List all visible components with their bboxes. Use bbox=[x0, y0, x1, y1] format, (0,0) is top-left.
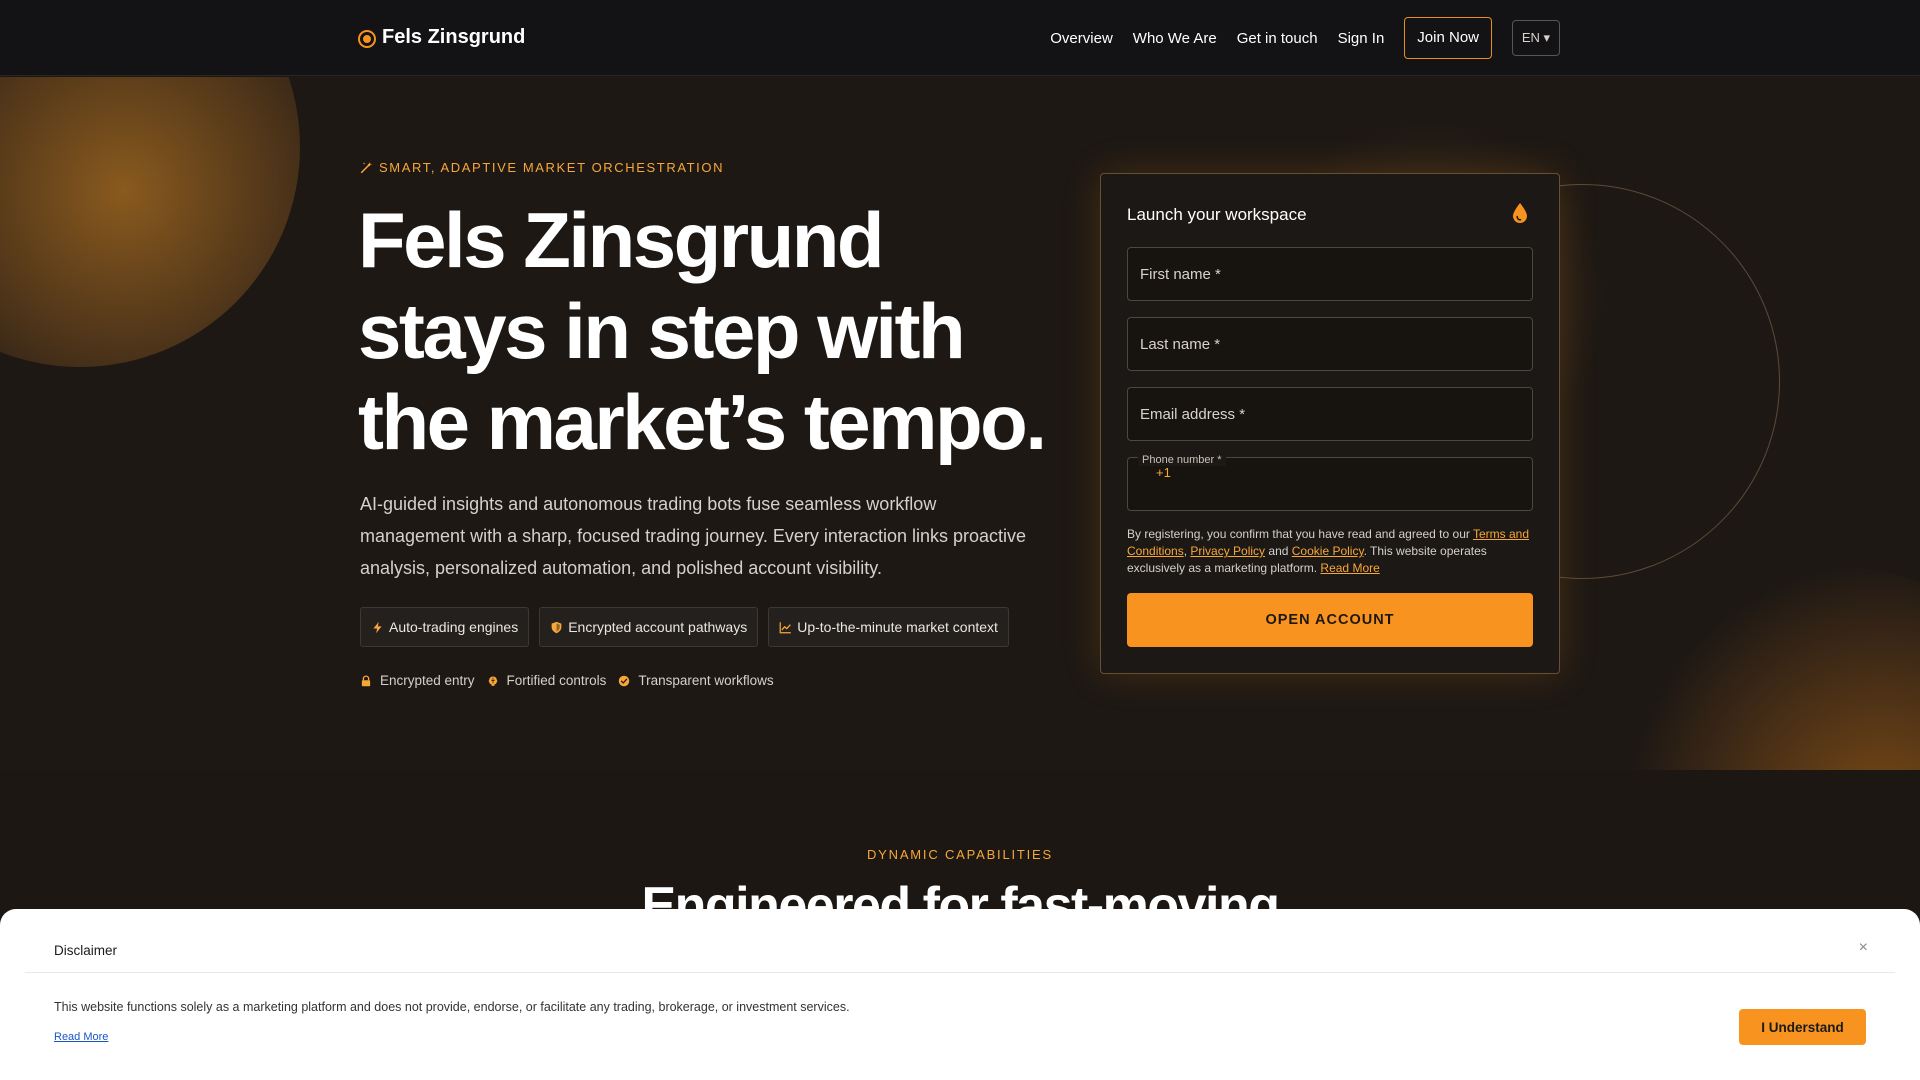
legal-read-more-link[interactable]: Read More bbox=[1320, 561, 1379, 575]
trust-indicators: Encrypted entry Fortified controls Trans… bbox=[360, 673, 774, 688]
nav-links: Overview Who We Are Get in touch Sign In… bbox=[1050, 17, 1560, 59]
feature-chips: Auto-trading engines Encrypted account p… bbox=[360, 607, 1009, 647]
chip-label: Up-to-the-minute market context bbox=[797, 619, 998, 635]
bolt-icon bbox=[373, 621, 382, 633]
email-input[interactable]: Email address * bbox=[1127, 387, 1533, 441]
language-selector[interactable]: EN ▾ bbox=[1512, 20, 1560, 56]
privacy-link[interactable]: Privacy Policy bbox=[1190, 544, 1265, 558]
disclaimer-text: This website functions solely as a marke… bbox=[54, 1000, 850, 1014]
phone-label: Phone number * bbox=[1138, 454, 1226, 466]
last-name-input[interactable]: Last name * bbox=[1127, 317, 1533, 371]
close-icon[interactable]: × bbox=[1859, 939, 1868, 957]
hero-eyebrow: SMART, ADAPTIVE MARKET ORCHESTRATION bbox=[360, 160, 724, 175]
chip-encrypted-pathways: Encrypted account pathways bbox=[539, 607, 759, 647]
trust-item-transparent-workflows: Transparent workflows bbox=[618, 673, 774, 688]
cookie-link[interactable]: Cookie Policy bbox=[1292, 544, 1364, 558]
brain-icon bbox=[488, 676, 497, 686]
nav-link-who-we-are[interactable]: Who We Are bbox=[1133, 30, 1217, 47]
chip-market-context: Up-to-the-minute market context bbox=[768, 607, 1009, 647]
eyebrow-text: SMART, ADAPTIVE MARKET ORCHESTRATION bbox=[379, 160, 725, 175]
chip-label: Encrypted account pathways bbox=[568, 619, 748, 635]
nav-link-overview[interactable]: Overview bbox=[1050, 30, 1113, 47]
join-now-button[interactable]: Join Now bbox=[1404, 17, 1492, 59]
phone-country-code[interactable]: +1 bbox=[1156, 465, 1171, 480]
capabilities-label: DYNAMIC CAPABILITIES bbox=[866, 847, 1053, 862]
sparkle-icon bbox=[360, 161, 373, 174]
brand-name: Fels Zinsgrund bbox=[382, 26, 526, 48]
open-account-button[interactable]: OPEN ACCOUNT bbox=[1127, 593, 1533, 647]
divider bbox=[25, 972, 1895, 973]
nav-link-get-in-touch[interactable]: Get in touch bbox=[1237, 30, 1318, 47]
hero-section: SMART, ADAPTIVE MARKET ORCHESTRATION Fel… bbox=[0, 77, 1920, 770]
brand-logo[interactable]: Fels Zinsgrund bbox=[360, 26, 525, 49]
trust-item-fortified-controls: Fortified controls bbox=[487, 673, 607, 688]
trust-label: Fortified controls bbox=[506, 673, 607, 688]
brand-dot-icon bbox=[360, 31, 374, 46]
trust-item-encrypted-entry: Encrypted entry bbox=[360, 673, 475, 688]
first-name-input[interactable]: First name * bbox=[1127, 247, 1533, 301]
lock-icon bbox=[361, 675, 371, 686]
disclaimer-banner: Disclaimer × This website functions sole… bbox=[0, 909, 1920, 1080]
chip-label: Auto-trading engines bbox=[389, 619, 519, 635]
shield-icon bbox=[551, 621, 562, 633]
trust-label: Transparent workflows bbox=[638, 673, 774, 688]
legal-prefix: By registering, you confirm that you hav… bbox=[1127, 527, 1470, 541]
top-nav: Fels Zinsgrund Overview Who We Are Get i… bbox=[0, 0, 1920, 76]
disclaimer-title: Disclaimer bbox=[54, 943, 118, 958]
decorative-glow bbox=[0, 77, 300, 367]
legal-consent-text: By registering, you confirm that you hav… bbox=[1127, 527, 1530, 575]
nav-link-sign-in[interactable]: Sign In bbox=[1338, 30, 1385, 47]
hero-lead: AI-guided insights and autonomous tradin… bbox=[360, 494, 1027, 578]
form-title: Launch your workspace bbox=[1127, 205, 1307, 224]
chip-auto-trading: Auto-trading engines bbox=[360, 607, 530, 647]
chart-icon bbox=[779, 621, 792, 633]
signup-form-card: Launch your workspace First name * Last … bbox=[1100, 173, 1560, 674]
hero-headline: Fels Zinsgrund stays in step with the ma… bbox=[358, 196, 1047, 466]
decorative-glow bbox=[1630, 567, 1920, 770]
disclaimer-read-more-link[interactable]: Read More bbox=[54, 1031, 108, 1043]
drop-icon bbox=[1513, 203, 1527, 223]
trust-label: Encrypted entry bbox=[380, 673, 475, 688]
i-understand-button[interactable]: I Understand bbox=[1739, 1009, 1866, 1045]
check-circle-icon bbox=[619, 675, 630, 686]
